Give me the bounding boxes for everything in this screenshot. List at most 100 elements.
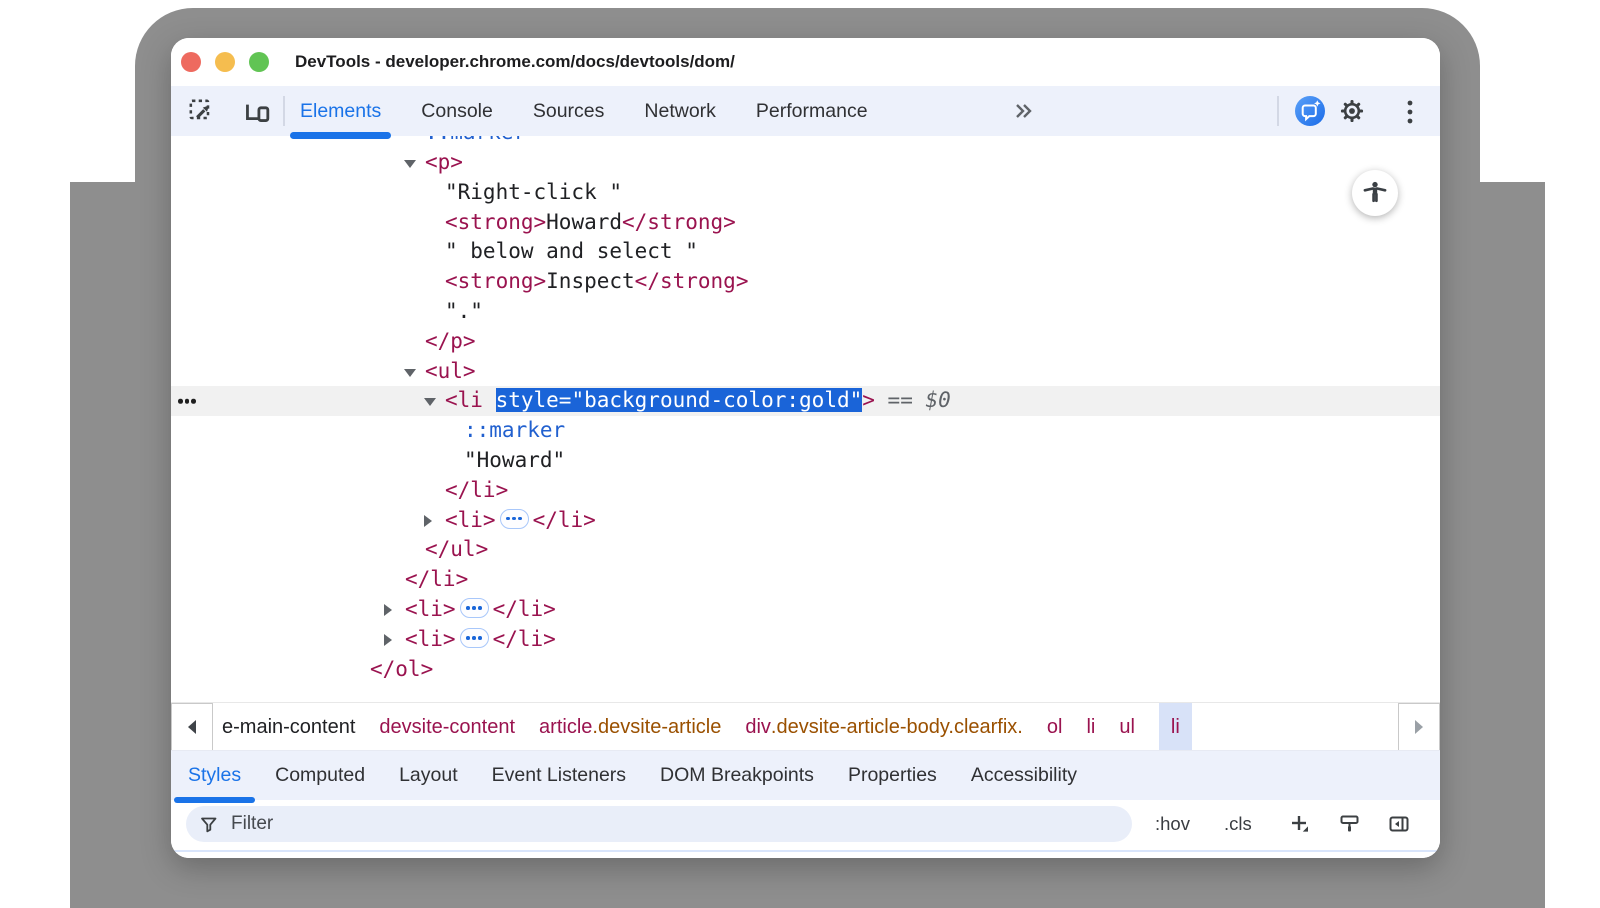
breadcrumb-item[interactable]: div.devsite-article-body.clearfix. [745,703,1023,751]
collapse-arrow-icon[interactable] [404,160,416,168]
breadcrumb-item-selected[interactable]: li [1159,703,1192,751]
device-toolbar-icon[interactable] [243,97,271,130]
dom-tree-row[interactable]: <li></li> [171,506,1440,536]
dom-token: <li> [405,627,456,651]
breadcrumb-token: li [1171,716,1180,739]
traffic-light-zoom-button[interactable] [249,52,269,72]
kebab-menu-icon[interactable] [1405,99,1415,130]
panel-tab-accessibility[interactable]: Accessibility [954,751,1094,801]
dom-token: <strong> [445,210,546,234]
breadcrumb-item[interactable]: li [1086,703,1095,751]
tab-sources[interactable]: Sources [518,86,620,136]
breadcrumb-token: ul [1119,716,1135,739]
dom-token: ::marker [464,418,565,442]
inspect-element-icon[interactable] [187,97,215,130]
dom-token: "Right-click " [445,180,622,204]
dom-token: </li> [493,627,556,651]
collapse-arrow-icon[interactable] [404,369,416,377]
dom-tree-row[interactable]: </li> [171,476,1440,506]
panel-tab-styles[interactable]: Styles [171,751,258,801]
expand-arrow-icon[interactable] [384,604,392,616]
breadcrumb: e-main-content devsite-content article.dev… [171,702,1440,751]
dom-token: == [875,388,926,412]
new-style-rule-icon[interactable] [1288,812,1312,841]
dom-node-text: </ol> [370,655,433,685]
dom-tree-row[interactable]: <strong>Howard</strong> [171,208,1440,238]
panel-tab-layout[interactable]: Layout [382,751,475,801]
tab-network[interactable]: Network [629,86,731,136]
dom-token: <li [445,388,483,412]
dom-tree-row[interactable]: "Right-click " [171,178,1440,208]
traffic-light-minimize-button[interactable] [215,52,235,72]
breadcrumb-token: li [1086,716,1095,739]
dom-tree-row[interactable]: <li></li> [171,595,1440,625]
dom-tree-row[interactable]: <strong>Inspect</strong> [171,267,1440,297]
dom-token [483,388,496,412]
collapsed-content-pill[interactable] [460,628,489,648]
dom-tree-row[interactable]: </li> [171,565,1440,595]
dom-tree-row[interactable]: <p> [171,148,1440,178]
breadcrumb-item[interactable]: e-main-content [222,703,355,751]
dom-token: </strong> [635,269,749,293]
breadcrumb-item[interactable]: ul [1119,703,1135,751]
expand-arrow-icon[interactable] [384,634,392,646]
dom-node-text: " below and select " [445,237,698,267]
dom-tree-row[interactable]: </ol> [171,655,1440,685]
collapsed-content-pill[interactable] [500,509,529,529]
more-tabs-icon[interactable] [1010,100,1036,127]
tab-elements[interactable]: Elements [285,86,396,136]
title-bar: DevTools - developer.chrome.com/docs/dev… [171,38,1440,87]
toggle-panel-icon[interactable] [1387,812,1411,841]
scroll-right-icon [1415,720,1423,734]
settings-gear-icon[interactable] [1339,98,1365,129]
dom-tree-row[interactable]: " below and select " [171,237,1440,267]
breadcrumb-scroll-left-button[interactable] [171,703,213,751]
row-more-actions-icon[interactable] [178,399,196,404]
dom-token: $0 [925,388,950,412]
toggle-element-state-button[interactable]: :hov [1155,800,1190,848]
accessibility-button[interactable] [1352,170,1398,216]
styles-filter-input[interactable] [229,812,1132,836]
panel-tab-computed[interactable]: Computed [258,751,382,801]
panel-tab-event-listeners[interactable]: Event Listeners [475,751,643,801]
devtools-window: DevTools - developer.chrome.com/docs/dev… [171,38,1440,858]
dom-node-text: </ul> [425,535,488,565]
dom-node-text: <ul> [425,357,476,387]
breadcrumb-scroll-right-button[interactable] [1398,703,1440,751]
expand-arrow-icon[interactable] [424,515,432,527]
collapse-arrow-icon[interactable] [424,398,436,406]
dom-tree-row[interactable]: </ul> [171,535,1440,565]
dom-tree-row[interactable]: "." [171,297,1440,327]
dom-token: </li> [445,478,508,502]
dom-tree-row-selected[interactable]: <li style="background-color:gold"> == $0 [171,386,1440,416]
ai-assistant-icon[interactable] [1295,96,1325,131]
styles-filter-field[interactable] [186,806,1132,842]
panel-tab-properties[interactable]: Properties [831,751,954,801]
dom-tree-row[interactable]: ::marker [171,416,1440,446]
dom-tree-row[interactable]: "Howard" [171,446,1440,476]
window-title: DevTools - developer.chrome.com/docs/dev… [295,38,735,86]
dom-tree-row[interactable]: <ul> [171,357,1440,387]
breadcrumb-item[interactable]: devsite-content [379,703,515,751]
breadcrumb-item[interactable]: article.devsite-article [539,703,721,751]
dom-tree-row[interactable]: </p> [171,327,1440,357]
panel-tab-dom-breakpoints[interactable]: DOM Breakpoints [643,751,831,801]
sidebar-panel-tabs: StylesComputedLayoutEvent ListenersDOM B… [171,750,1440,801]
accessibility-icon [1362,180,1388,206]
dom-node-text: </li> [445,476,508,506]
tab-console[interactable]: Console [406,86,508,136]
element-classes-button[interactable]: .cls [1224,800,1252,848]
dom-token: <li> [405,597,456,621]
breadcrumb-item[interactable]: ol [1047,703,1063,751]
dom-tree-row[interactable]: <li> </li> [171,625,1440,655]
traffic-light-close-button[interactable] [181,52,201,72]
tab-performance[interactable]: Performance [741,86,883,136]
selected-attribute: style="background-color:gold" [496,388,863,412]
dom-token: </strong> [622,210,736,234]
dom-token: "Howard" [464,448,565,472]
paint-roller-icon[interactable] [1338,812,1362,841]
dom-token: </li> [405,567,468,591]
breadcrumb-items: e-main-content devsite-content article.dev… [222,703,1397,751]
collapsed-content-pill[interactable] [460,598,489,618]
dom-node-text: <strong>Inspect</strong> [445,267,748,297]
